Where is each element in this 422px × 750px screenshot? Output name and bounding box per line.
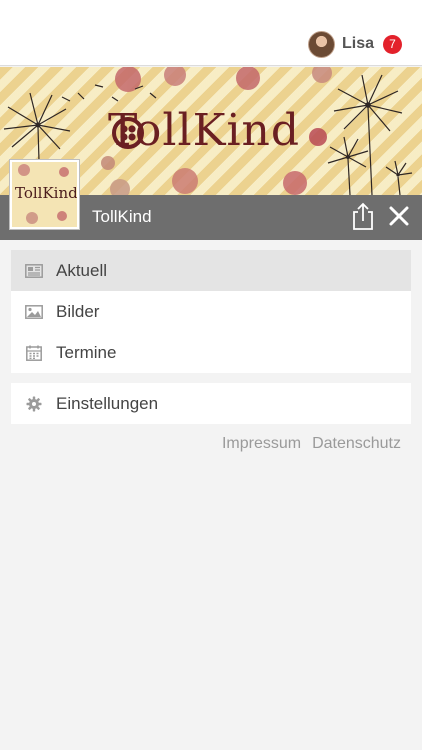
menu-item-aktuell[interactable]: Aktuell: [11, 250, 411, 291]
cover-brand-title: TollKind: [108, 105, 301, 156]
datenschutz-link[interactable]: Datenschutz: [312, 435, 401, 453]
main-menu: Aktuell Bilder Termine: [11, 250, 411, 373]
menu-label: Bilder: [56, 301, 100, 321]
calendar-icon: [24, 343, 44, 363]
close-icon[interactable]: [386, 203, 412, 229]
menu-label: Aktuell: [56, 260, 108, 280]
footer-links: Impressum Datenschutz: [222, 435, 401, 453]
menu-item-termine[interactable]: Termine: [11, 332, 411, 373]
newspaper-icon: [24, 261, 44, 281]
profile-thumbnail: TollKind: [10, 160, 79, 229]
thumbnail-brand-text: TollKind: [15, 184, 78, 202]
user-name[interactable]: Lisa: [342, 35, 374, 53]
menu-label: Einstellungen: [56, 393, 159, 413]
user-menu[interactable]: Lisa 7: [307, 30, 402, 58]
menu-item-einstellungen[interactable]: Einstellungen: [11, 383, 411, 424]
top-bar: Lisa 7: [0, 0, 422, 66]
avatar[interactable]: [307, 30, 335, 58]
notification-badge[interactable]: 7: [383, 34, 402, 54]
image-icon: [24, 302, 44, 322]
settings-menu: Einstellungen: [11, 383, 411, 424]
menu-item-bilder[interactable]: Bilder: [11, 291, 411, 332]
gear-icon: [24, 394, 44, 414]
menu-label: Termine: [56, 342, 117, 362]
page-title: TollKind: [92, 207, 152, 226]
share-icon[interactable]: [350, 201, 376, 231]
impressum-link[interactable]: Impressum: [222, 435, 301, 453]
